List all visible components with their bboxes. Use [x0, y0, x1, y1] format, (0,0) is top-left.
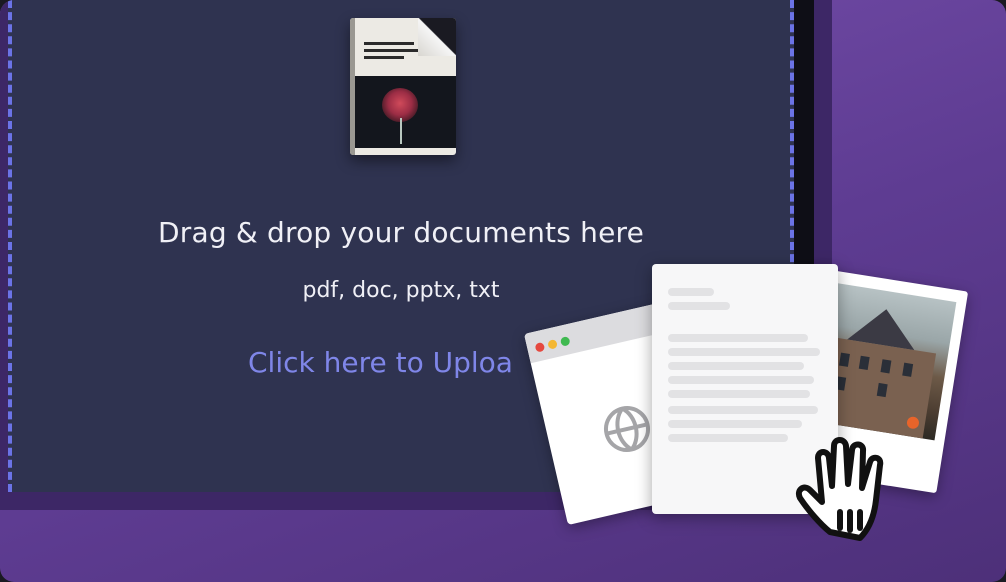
grab-hand-icon: [796, 437, 884, 541]
document-headline-line: [364, 49, 420, 52]
text-line: [668, 390, 810, 398]
text-line: [668, 302, 730, 310]
text-line: [668, 334, 808, 342]
text-line: [668, 376, 814, 384]
globe-icon: [604, 406, 650, 452]
text-line: [668, 348, 820, 356]
dropzone-title: Drag & drop your documents here: [157, 216, 645, 249]
upload-link[interactable]: Click here to Uploa: [248, 346, 513, 379]
text-line: [668, 420, 802, 428]
app-frame: Drag & drop your documents here pdf, doc…: [0, 0, 1006, 582]
flower-image: [382, 88, 418, 122]
document-headline-line: [364, 42, 414, 45]
flower-stem: [400, 118, 402, 144]
text-line: [668, 406, 818, 414]
document-headline-line: [364, 56, 404, 59]
text-line: [668, 288, 714, 296]
text-line: [668, 434, 788, 442]
document-preview-thumbnail: [350, 18, 456, 155]
page-curl: [418, 18, 456, 56]
text-line: [668, 362, 804, 370]
